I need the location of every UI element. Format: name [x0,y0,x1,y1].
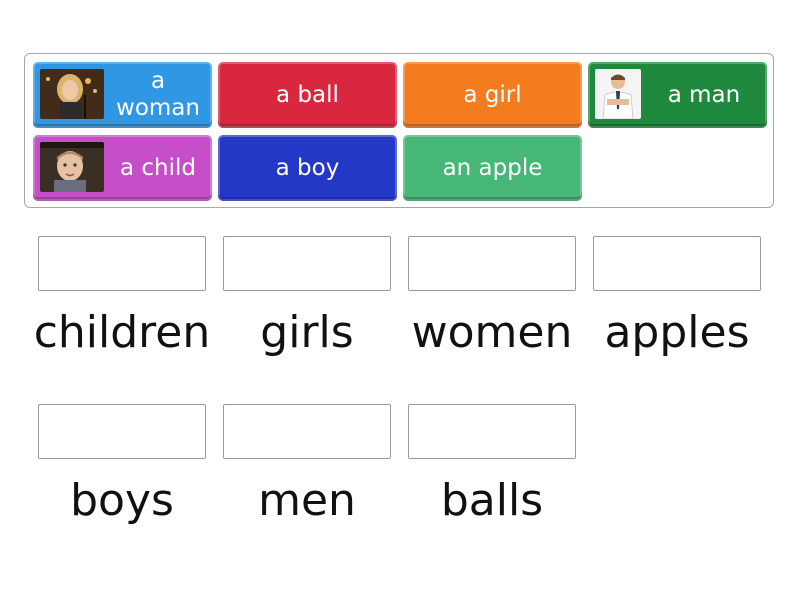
target-word: apples [604,307,750,358]
tile-label: an apple [442,154,543,181]
drop-zone-children[interactable] [38,236,206,291]
drop-zone-balls[interactable] [408,404,576,459]
tile-an-apple[interactable]: an apple [403,135,582,201]
man-photo [595,69,641,119]
drop-zone-apples[interactable] [593,236,761,291]
tile-a-man[interactable]: a man [588,62,767,128]
tile-label: a child [119,154,196,181]
target-word: men [258,475,356,526]
target-word: girls [260,307,354,358]
woman-photo [40,69,104,119]
target-word: balls [440,475,544,526]
tile-label: a woman [116,68,200,121]
drop-zone-men[interactable] [223,404,391,459]
tile-a-girl[interactable]: a girl [403,62,582,128]
drop-zone-girls[interactable] [223,236,391,291]
target-word: boys [70,475,174,526]
tile-a-woman[interactable]: a woman [33,62,212,128]
tile-a-ball[interactable]: a ball [218,62,397,128]
drop-zone-boys[interactable] [38,404,206,459]
tile-a-boy[interactable]: a boy [218,135,397,201]
drop-zone-women[interactable] [408,236,576,291]
target-word: women [411,307,573,358]
tile-label: a man [667,81,741,108]
target-word: children [33,307,211,358]
tile-label: a girl [463,81,522,108]
tile-label: a boy [275,154,340,181]
answer-tray: a woman a ball a girl a man a child a bo… [24,53,774,208]
tile-label: a ball [276,81,339,108]
tile-a-child[interactable]: a child [33,135,212,201]
child-photo [40,142,104,192]
